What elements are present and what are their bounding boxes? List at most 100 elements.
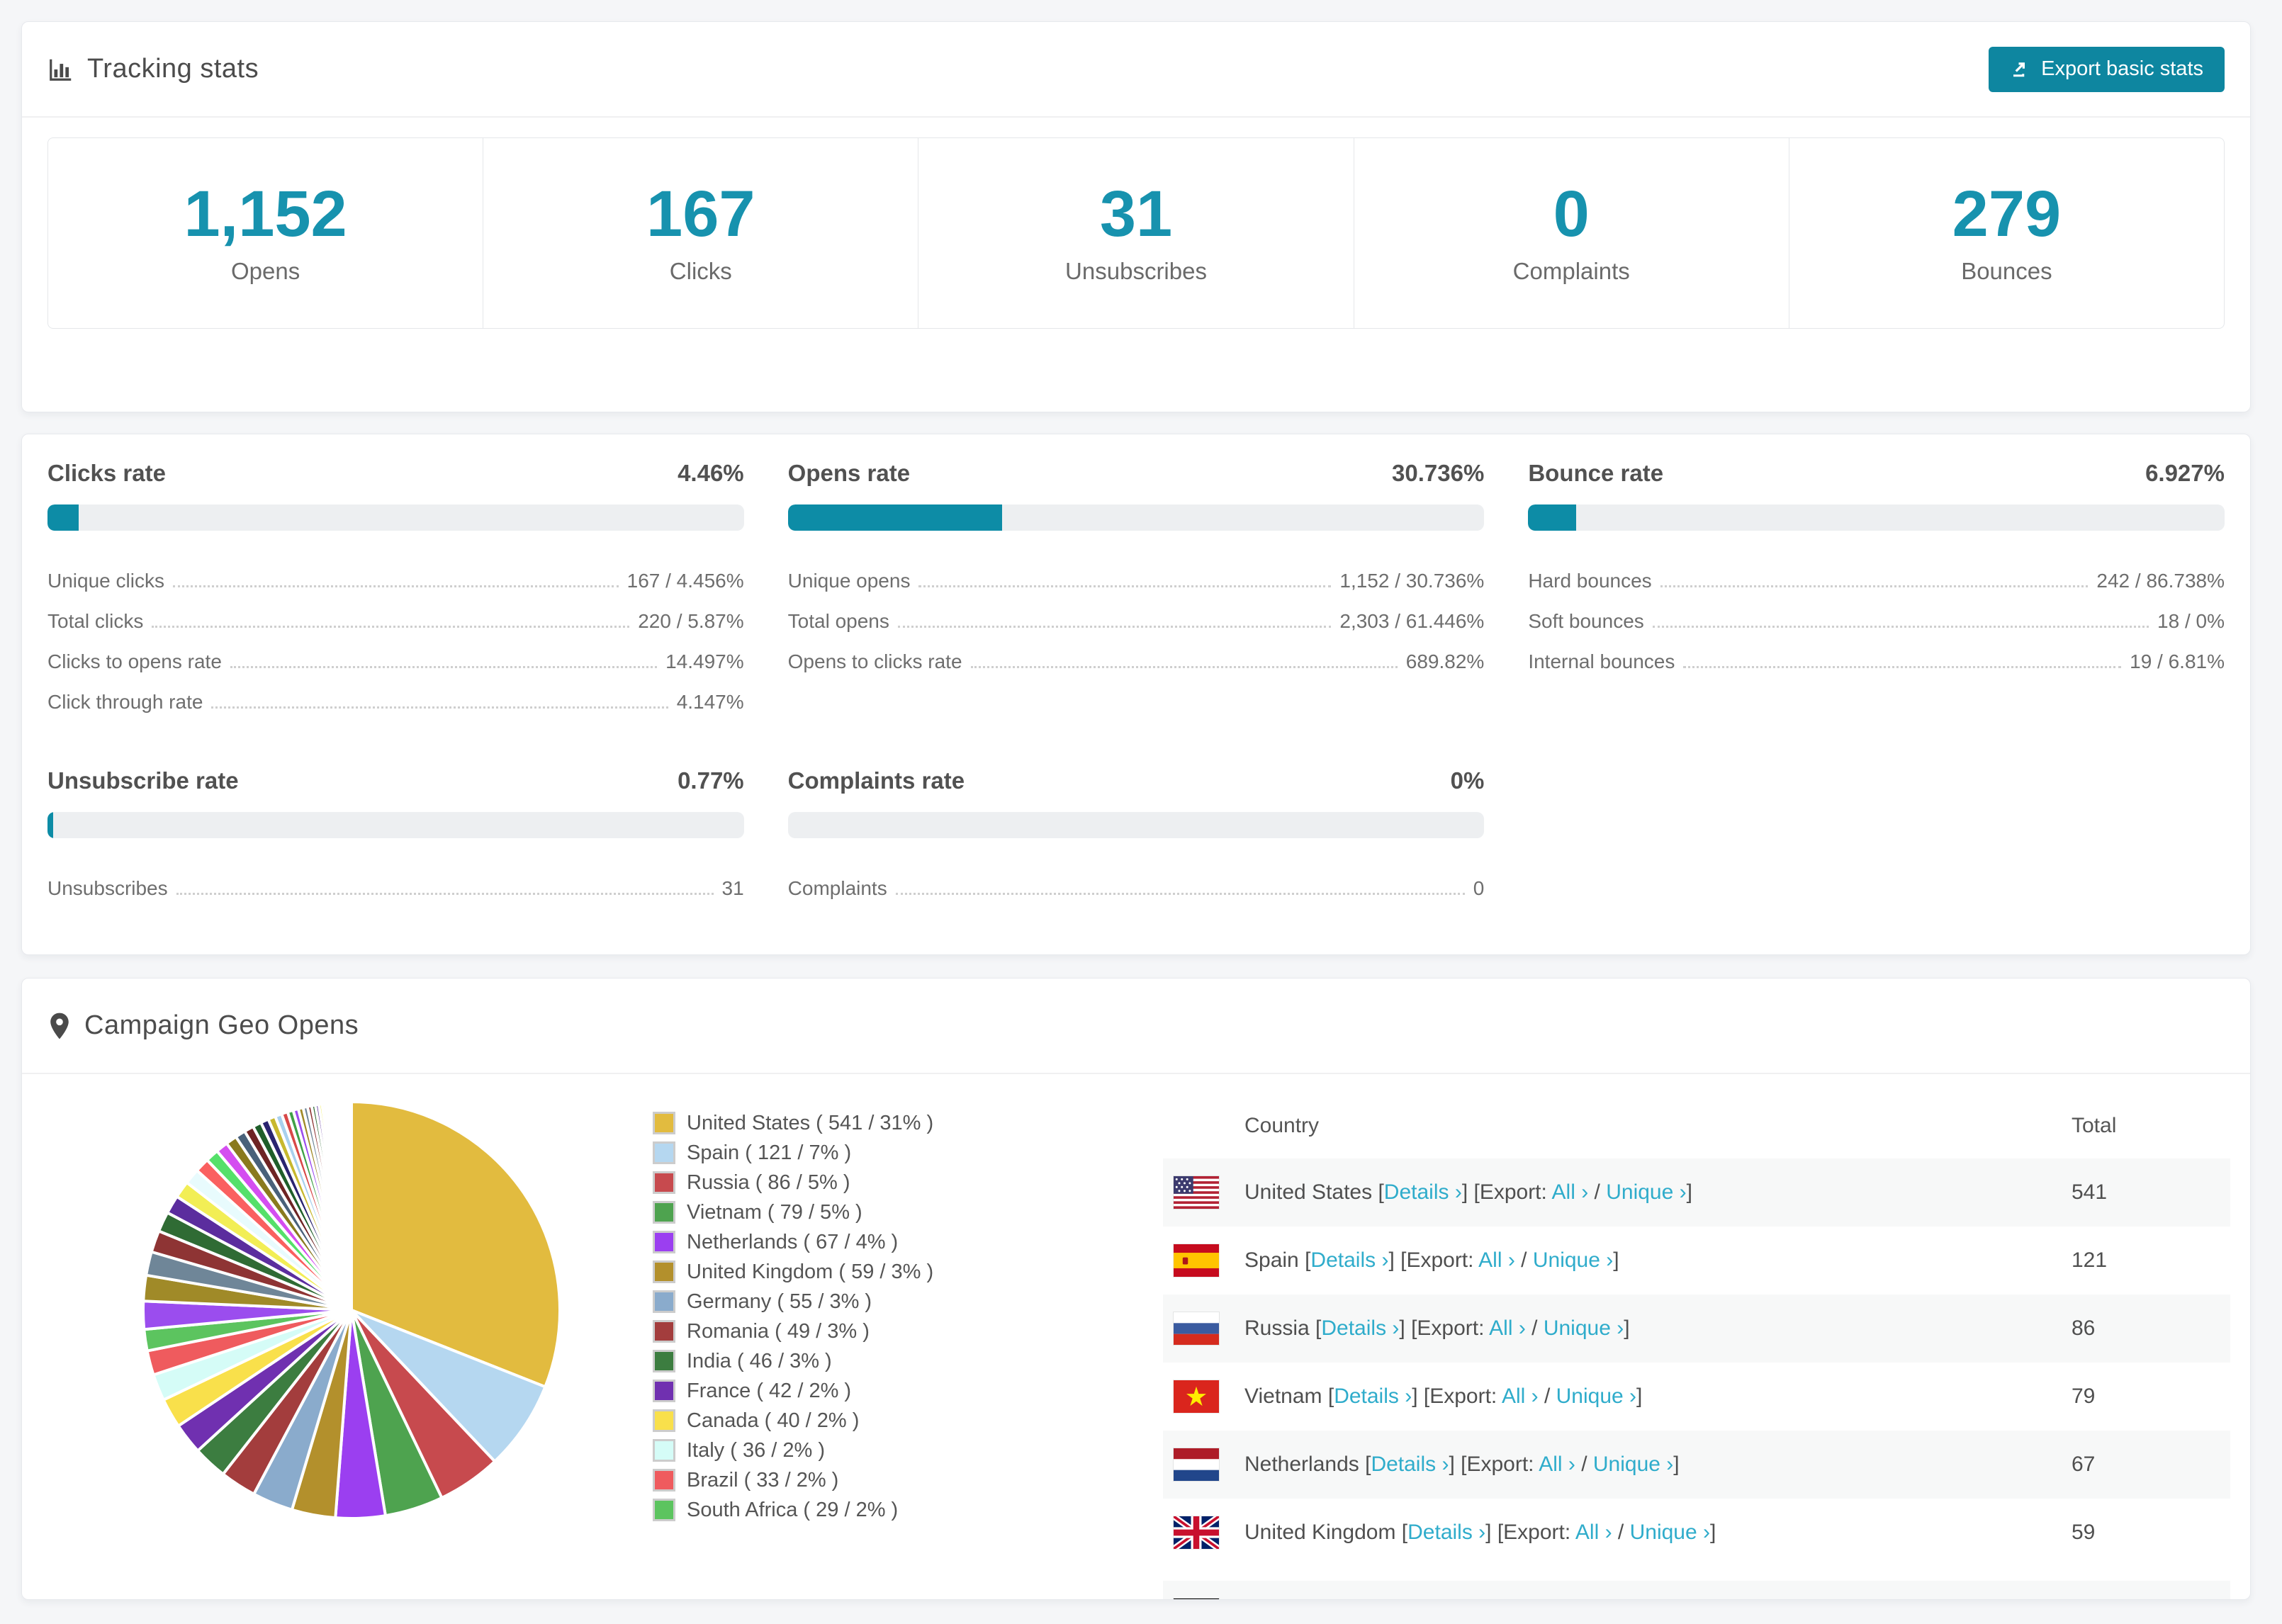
export-button-label: Export basic stats bbox=[2041, 57, 2203, 80]
dotted-leader bbox=[918, 585, 1332, 587]
legend-label: Italy ( 36 / 2% ) bbox=[687, 1438, 826, 1462]
legend-label: Vietnam ( 79 / 5% ) bbox=[687, 1200, 862, 1224]
details-link[interactable]: Details › bbox=[1334, 1385, 1412, 1408]
rate-row-value: 19 / 6.81% bbox=[2130, 650, 2225, 673]
rate-row-label: Clicks to opens rate bbox=[47, 650, 222, 673]
rate-title: Opens rate bbox=[787, 460, 911, 486]
legend-swatch bbox=[653, 1141, 675, 1164]
separator-text: / bbox=[1612, 1521, 1630, 1544]
details-link[interactable]: Details › bbox=[1384, 1180, 1462, 1204]
rate-value: 4.46% bbox=[678, 460, 744, 486]
export-unique-link[interactable]: Unique › bbox=[1556, 1385, 1636, 1408]
export-all-link[interactable]: All › bbox=[1489, 1316, 1526, 1340]
rate-header: Clicks rate 4.46% bbox=[47, 461, 744, 485]
rate-value: 0.77% bbox=[678, 767, 744, 794]
rate-row: Unique opens 1,152 / 30.736% bbox=[788, 552, 1485, 592]
rate-section-opens-rate: Opens rate 30.736% Unique opens 1,152 / 30.… bbox=[787, 460, 1485, 714]
legend-label: United Kingdom ( 59 / 3% ) bbox=[687, 1260, 934, 1283]
rate-rows: Unsubscribes 31 bbox=[47, 859, 744, 900]
details-link[interactable]: Details › bbox=[1371, 1453, 1449, 1476]
legend-item: France ( 42 / 2% ) bbox=[653, 1376, 933, 1406]
export-all-link[interactable]: All › bbox=[1575, 1521, 1612, 1544]
details-link[interactable]: Details › bbox=[1407, 1521, 1485, 1544]
progress-bar-fill bbox=[787, 504, 1002, 531]
bracket-text: ] [Export: bbox=[1412, 1385, 1502, 1408]
stat-label: Complaints bbox=[1512, 258, 1630, 284]
export-unique-link[interactable]: Unique › bbox=[1533, 1248, 1613, 1272]
rate-row: Clicks to opens rate 14.497% bbox=[47, 633, 744, 673]
bracket-text: ] [Export: bbox=[1485, 1521, 1575, 1544]
export-icon bbox=[2010, 59, 2031, 80]
progress-bar bbox=[1528, 504, 2225, 531]
separator-text: / bbox=[1514, 1248, 1533, 1272]
country-name: Netherlands [ bbox=[1244, 1453, 1371, 1476]
rate-section-unsubscribe-rate: Unsubscribe rate 0.77% Unsubscribes 31 bbox=[47, 769, 744, 900]
flag-es-icon bbox=[1174, 1244, 1219, 1277]
legend-swatch bbox=[653, 1409, 675, 1432]
legend-item: Italy ( 36 / 2% ) bbox=[653, 1436, 933, 1465]
legend-swatch bbox=[653, 1439, 675, 1462]
separator-text: / bbox=[1538, 1385, 1556, 1408]
legend-label: France ( 42 / 2% ) bbox=[687, 1379, 852, 1402]
rate-header: Bounce rate 6.927% bbox=[1528, 461, 2225, 485]
country-name: United Kingdom [ bbox=[1244, 1521, 1408, 1544]
rate-row: Total opens 2,303 / 61.446% bbox=[788, 592, 1485, 633]
stat-boxes: 1,152 Opens 167 Clicks 31 Unsubscribes 0 Compla… bbox=[47, 137, 2225, 329]
progress-bar bbox=[787, 812, 1485, 838]
legend-label: Brazil ( 33 / 2% ) bbox=[687, 1468, 839, 1492]
country-name: United States [ bbox=[1244, 1180, 1384, 1204]
rate-row-value: 4.147% bbox=[676, 691, 744, 714]
rate-row: Soft bounces 18 / 0% bbox=[1528, 592, 2225, 633]
rate-row-value: 1,152 / 30.736% bbox=[1339, 570, 1485, 592]
rate-section-bounce-rate: Bounce rate 6.927% Hard bounces 242 / 86.73… bbox=[1528, 461, 2225, 714]
export-all-link[interactable]: All › bbox=[1539, 1453, 1575, 1476]
export-unique-link[interactable]: Unique › bbox=[1606, 1180, 1686, 1204]
rate-value: 0% bbox=[1450, 767, 1485, 794]
flag-gb-icon bbox=[1174, 1516, 1219, 1549]
page: { "colors": { "accent": "#1792ae", "bar_… bbox=[0, 0, 2282, 1624]
rate-row-value: 167 / 4.456% bbox=[626, 570, 744, 592]
table-row-es: Spain [Details ›] [Export: All › / Uniqu… bbox=[1163, 1227, 2230, 1295]
export-unique-link[interactable]: Unique › bbox=[1593, 1453, 1673, 1476]
rate-row-value: 14.497% bbox=[665, 650, 744, 673]
bracket-text: ] bbox=[1636, 1385, 1643, 1408]
export-basic-stats-button[interactable]: Export basic stats bbox=[1989, 46, 2225, 92]
rate-value: 30.736% bbox=[1392, 460, 1485, 486]
progress-bar-fill bbox=[47, 812, 53, 838]
export-unique-link[interactable]: Unique › bbox=[1544, 1316, 1624, 1340]
legend-swatch bbox=[653, 1320, 675, 1343]
progress-bar bbox=[47, 504, 744, 531]
total-cell: 541 bbox=[2072, 1180, 2108, 1204]
total-cell: 121 bbox=[2072, 1248, 2108, 1272]
details-link[interactable]: Details › bbox=[1321, 1316, 1399, 1340]
geo-pie-chart bbox=[139, 1098, 564, 1523]
rate-row-value: 18 / 0% bbox=[2157, 610, 2225, 633]
rate-row-label: Internal bounces bbox=[1528, 650, 1675, 673]
details-link[interactable]: Details › bbox=[1310, 1248, 1388, 1272]
legend-label: Canada ( 40 / 2% ) bbox=[687, 1409, 860, 1432]
export-all-link[interactable]: All › bbox=[1502, 1385, 1539, 1408]
export-all-link[interactable]: All › bbox=[1478, 1248, 1515, 1272]
export-all-link[interactable]: All › bbox=[1552, 1180, 1589, 1204]
export-unique-link[interactable]: Unique › bbox=[1630, 1521, 1710, 1544]
rate-row-value: 242 / 86.738% bbox=[2096, 570, 2225, 592]
rate-row: Hard bounces 242 / 86.738% bbox=[1528, 552, 2225, 592]
rate-row-value: 689.82% bbox=[1405, 650, 1485, 673]
rates-card: Clicks rate 4.46% Unique clicks 167 / 4.456… bbox=[21, 434, 2251, 955]
dotted-leader bbox=[1652, 626, 2149, 628]
map-pin-icon bbox=[47, 1012, 72, 1040]
bracket-text: ] [Export: bbox=[1449, 1453, 1539, 1476]
legend-label: India ( 46 / 3% ) bbox=[687, 1349, 832, 1372]
stat-box-bounces: 279 Bounces bbox=[1789, 138, 2224, 328]
separator-text: / bbox=[1588, 1180, 1607, 1204]
country-name: Spain [ bbox=[1244, 1248, 1311, 1272]
geo-body: United States ( 541 / 31% ) Spain ( 121 /… bbox=[22, 1074, 2250, 1599]
rate-rows: Hard bounces 242 / 86.738% Soft bounces 18 … bbox=[1528, 552, 2225, 673]
total-cell: 86 bbox=[2072, 1316, 2096, 1340]
separator-text: / bbox=[1525, 1316, 1544, 1340]
bracket-text: ] bbox=[1613, 1248, 1619, 1272]
progress-bar bbox=[787, 504, 1485, 531]
rate-title: Unsubscribe rate bbox=[47, 767, 239, 794]
legend-item: Germany ( 55 / 3% ) bbox=[653, 1287, 933, 1316]
rate-header: Unsubscribe rate 0.77% bbox=[47, 769, 744, 792]
